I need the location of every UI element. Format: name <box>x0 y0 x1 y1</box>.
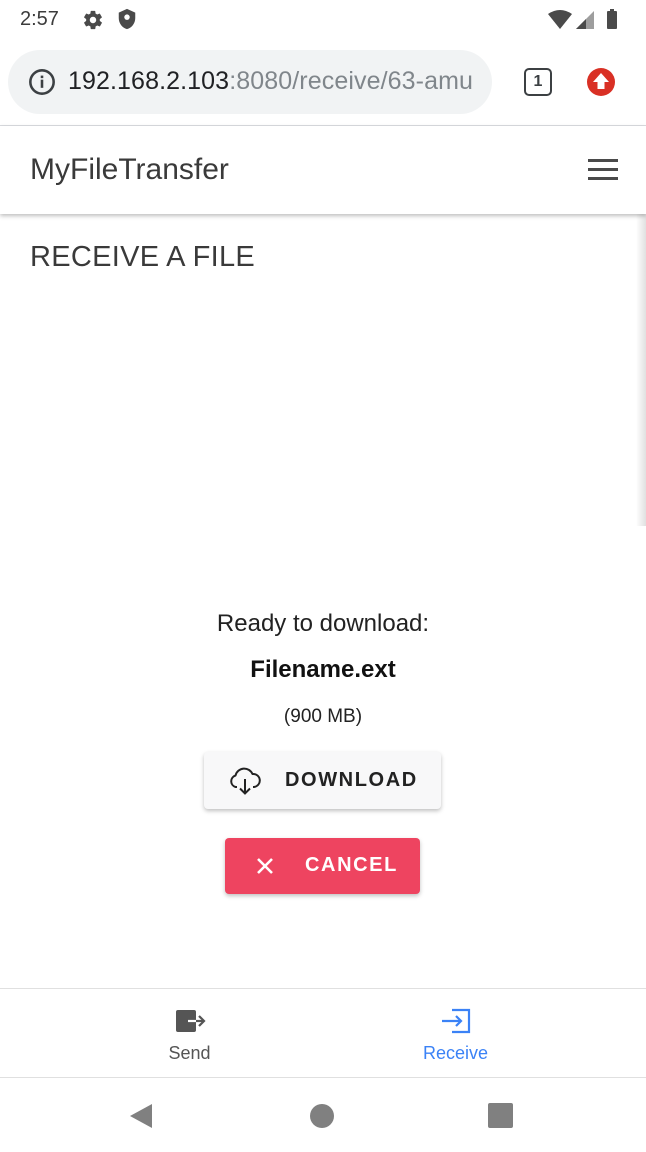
url-path: :8080/receive/63-amu <box>229 67 473 95</box>
url-text[interactable]: 192.168.2.103:8080/receive/63-amu <box>68 67 473 96</box>
ready-label: Ready to download: <box>216 610 430 637</box>
download-button[interactable]: DOWNLOAD <box>204 752 441 809</box>
recent-apps-icon[interactable] <box>488 1103 513 1128</box>
close-icon <box>257 858 273 874</box>
gear-icon <box>84 10 102 30</box>
signal-status-icons <box>548 9 617 29</box>
url-bar[interactable]: 192.168.2.103:8080/receive/63-amu <box>8 50 492 114</box>
url-host: 192.168.2.103 <box>68 67 230 95</box>
browser-toolbar: 192.168.2.103:8080/receive/63-amu 1 <box>0 38 646 126</box>
cloud-download-icon <box>230 767 261 795</box>
file-name: Filename.ext <box>250 656 396 683</box>
system-navigation-bar <box>0 1078 646 1152</box>
bottom-navigation: Send Receive <box>0 988 646 1078</box>
status-bar: 2:57 <box>0 0 646 38</box>
nav-item-receive[interactable]: Receive <box>294 989 617 1077</box>
info-icon[interactable] <box>28 68 56 96</box>
nav-label-receive: Receive <box>422 1043 489 1063</box>
cancel-label: CANCEL <box>305 854 398 876</box>
battery-icon <box>607 11 617 29</box>
back-icon[interactable] <box>128 1102 154 1130</box>
status-time: 2:57 <box>20 8 59 30</box>
app-header: MyFileTransfer <box>0 126 646 214</box>
cancel-button[interactable]: CANCEL <box>225 838 420 894</box>
app-title[interactable]: MyFileTransfer <box>30 153 229 187</box>
shield-icon <box>118 8 136 30</box>
file-size: (900 MB) <box>283 706 363 727</box>
home-icon[interactable] <box>310 1104 334 1128</box>
page-title: RECEIVE A FILE <box>30 241 256 273</box>
update-arrow-icon[interactable] <box>586 67 616 97</box>
wifi-icon <box>548 10 572 29</box>
receive-icon <box>442 1008 471 1034</box>
hamburger-menu-icon[interactable] <box>588 159 618 181</box>
download-label: DOWNLOAD <box>285 769 418 791</box>
send-icon <box>176 1010 206 1032</box>
tab-switcher-button[interactable]: 1 <box>524 68 552 96</box>
